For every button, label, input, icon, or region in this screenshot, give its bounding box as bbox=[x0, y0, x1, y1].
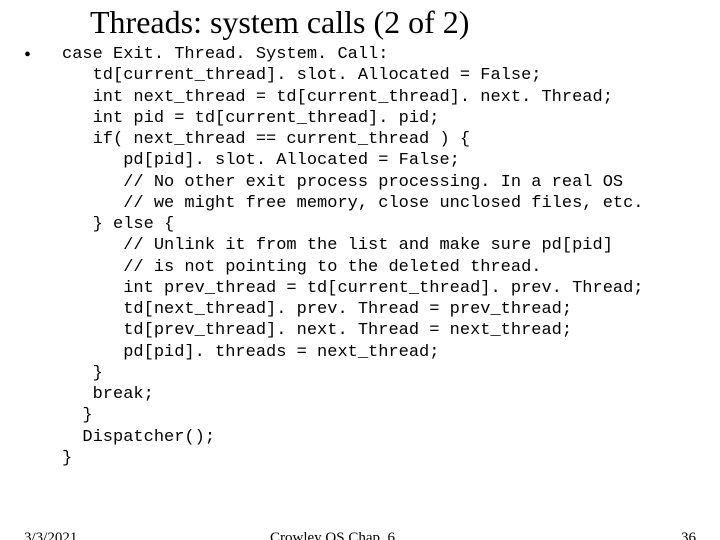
bullet-marker: • bbox=[24, 44, 31, 67]
footer-center: Crowley OS Chap. 6 bbox=[270, 530, 395, 540]
footer-date: 3/3/2021 bbox=[24, 530, 77, 540]
slide: Threads: system calls (2 of 2) • case Ex… bbox=[0, 0, 720, 540]
slide-title: Threads: system calls (2 of 2) bbox=[90, 4, 469, 41]
code-block: case Exit. Thread. System. Call: td[curr… bbox=[62, 44, 644, 469]
footer-page-number: 36 bbox=[681, 530, 696, 540]
